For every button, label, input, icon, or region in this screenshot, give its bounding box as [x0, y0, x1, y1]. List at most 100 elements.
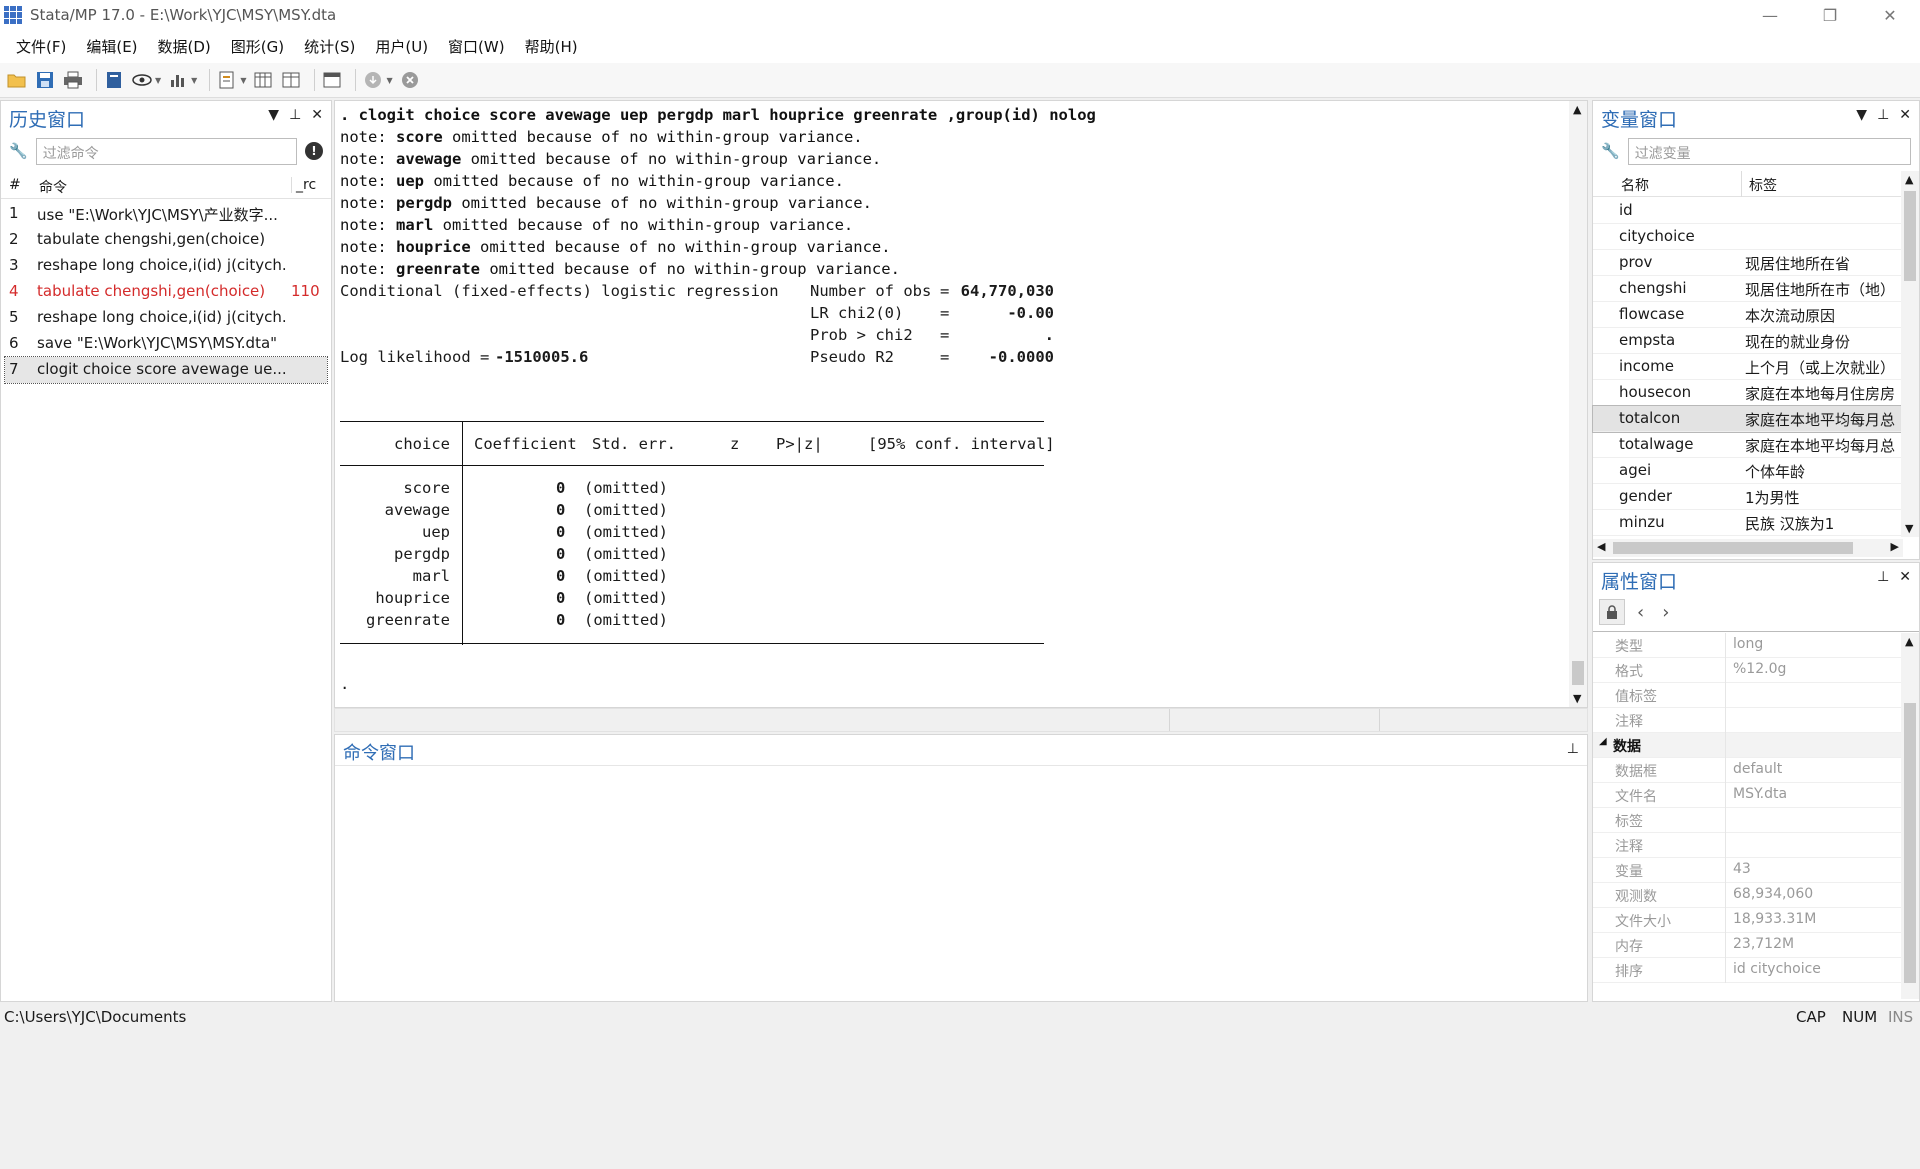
- do-file-editor-icon[interactable]: [216, 69, 238, 91]
- menu-statistics[interactable]: 统计(S): [294, 36, 365, 57]
- variable-row[interactable]: id: [1593, 198, 1903, 224]
- variables-vertical-scrollbar[interactable]: ▲ ▼: [1901, 171, 1919, 537]
- pin-icon[interactable]: ⊥: [1877, 569, 1889, 585]
- wrench-icon[interactable]: 🔧: [1601, 142, 1620, 160]
- close-icon[interactable]: ✕: [1899, 569, 1911, 585]
- variable-row[interactable]: flowcase 本次流动原因: [1593, 302, 1903, 328]
- scroll-thumb[interactable]: [1904, 703, 1916, 983]
- save-icon[interactable]: [34, 69, 56, 91]
- more-dropdown-icon[interactable]: ▼: [386, 76, 392, 85]
- scroll-left-icon[interactable]: ◀: [1597, 540, 1605, 553]
- history-row[interactable]: 6 save "E:\Work\YJC\MSY\MSY.dta": [1, 331, 331, 357]
- variables-manager-icon[interactable]: [321, 69, 343, 91]
- variable-row[interactable]: prov 现居住地所在省: [1593, 250, 1903, 276]
- alert-icon[interactable]: !: [305, 142, 323, 160]
- close-icon[interactable]: ✕: [311, 107, 323, 123]
- back-icon[interactable]: ‹: [1631, 602, 1650, 623]
- filter-icon[interactable]: ▼: [1856, 107, 1867, 123]
- property-row[interactable]: 标签: [1593, 808, 1903, 833]
- variable-name: agei: [1619, 461, 1652, 479]
- graph-dropdown-icon[interactable]: ▼: [191, 76, 197, 85]
- scroll-thumb[interactable]: [1572, 661, 1584, 685]
- menu-window[interactable]: 窗口(W): [438, 36, 515, 57]
- menu-user[interactable]: 用户(U): [365, 36, 438, 57]
- variable-row[interactable]: totalwage 家庭在本地平均每月总: [1593, 432, 1903, 458]
- restore-icon[interactable]: ❐: [1800, 0, 1860, 30]
- variable-row[interactable]: minzu 民族 汉族为1: [1593, 510, 1903, 536]
- property-row[interactable]: 格式 %12.0g: [1593, 658, 1903, 683]
- scroll-down-icon[interactable]: ▼: [1573, 692, 1581, 705]
- variable-row[interactable]: chengshi 现居住地所在市（地）: [1593, 276, 1903, 302]
- results-window[interactable]: . clogit choice score avewage uep pergdp…: [334, 100, 1588, 708]
- variable-row[interactable]: citychoice: [1593, 224, 1903, 250]
- property-row[interactable]: 数据框 default: [1593, 758, 1903, 783]
- property-row[interactable]: 类型 long: [1593, 633, 1903, 658]
- close-icon[interactable]: ✕: [1899, 107, 1911, 123]
- property-row[interactable]: 文件名 MSY.dta: [1593, 783, 1903, 808]
- do-file-dropdown-icon[interactable]: ▼: [240, 76, 246, 85]
- wrench-icon[interactable]: 🔧: [9, 142, 28, 160]
- pin-icon[interactable]: ⊥: [289, 107, 301, 123]
- log-icon[interactable]: [103, 69, 125, 91]
- minimize-icon[interactable]: —: [1740, 0, 1800, 30]
- history-row-command: tabulate chengshi,gen(choice): [37, 230, 266, 248]
- property-row[interactable]: 观测数 68,934,060: [1593, 883, 1903, 908]
- variables-filter-input[interactable]: 过滤变量: [1627, 137, 1911, 165]
- variable-row[interactable]: gender 1为男性: [1593, 484, 1903, 510]
- property-row[interactable]: 文件大小 18,933.31M: [1593, 908, 1903, 933]
- scroll-right-icon[interactable]: ▶: [1891, 540, 1899, 553]
- property-row[interactable]: 内存 23,712M: [1593, 933, 1903, 958]
- print-icon[interactable]: [62, 69, 84, 91]
- property-section[interactable]: 数据 ◢: [1593, 733, 1903, 758]
- scroll-down-icon[interactable]: ▼: [1905, 522, 1913, 535]
- history-row[interactable]: 2 tabulate chengshi,gen(choice): [1, 227, 331, 253]
- filter-icon[interactable]: ▼: [268, 107, 279, 123]
- menu-file[interactable]: 文件(F): [6, 36, 76, 57]
- history-row[interactable]: 5 reshape long choice,i(id) j(citych...: [1, 305, 331, 331]
- command-window[interactable]: 命令窗口 ⊥: [334, 734, 1588, 1002]
- properties-vertical-scrollbar[interactable]: ▲: [1901, 633, 1919, 999]
- scroll-up-icon[interactable]: ▲: [1573, 103, 1581, 116]
- variable-row-selected[interactable]: totalcon 家庭在本地平均每月总: [1592, 405, 1904, 433]
- pin-icon[interactable]: ⊥: [1567, 741, 1579, 757]
- property-row[interactable]: 注释: [1593, 708, 1903, 733]
- graph-icon[interactable]: [167, 69, 189, 91]
- history-row-selected[interactable]: 7 clogit choice score avewage ue...: [4, 356, 328, 384]
- lock-icon[interactable]: [1599, 599, 1625, 625]
- variable-row[interactable]: income 上个月（或上次就业）: [1593, 354, 1903, 380]
- collapse-icon[interactable]: ◢: [1599, 736, 1607, 747]
- menu-help[interactable]: 帮助(H): [515, 36, 588, 57]
- break-icon[interactable]: [399, 69, 421, 91]
- more-icon[interactable]: [362, 69, 384, 91]
- data-browser-icon[interactable]: [280, 69, 302, 91]
- viewer-dropdown-icon[interactable]: ▼: [155, 76, 161, 85]
- variable-row[interactable]: housecon 家庭在本地每月住房房: [1593, 380, 1903, 406]
- history-row-error[interactable]: 4 tabulate chengshi,gen(choice) 110: [1, 279, 331, 305]
- menu-edit[interactable]: 编辑(E): [76, 36, 147, 57]
- close-icon[interactable]: ✕: [1860, 0, 1920, 30]
- command-input[interactable]: [341, 771, 1581, 991]
- variable-row[interactable]: agei 个体年龄: [1593, 458, 1903, 484]
- data-editor-icon[interactable]: [252, 69, 274, 91]
- pin-icon[interactable]: ⊥: [1877, 107, 1889, 123]
- history-row-number: 3: [9, 256, 19, 274]
- results-vertical-scrollbar[interactable]: ▲ ▼: [1569, 101, 1587, 707]
- property-row[interactable]: 排序 id citychoice: [1593, 958, 1903, 983]
- scroll-thumb[interactable]: [1904, 191, 1916, 281]
- variables-horizontal-scrollbar[interactable]: ◀ ▶: [1593, 539, 1903, 557]
- viewer-icon[interactable]: [131, 69, 153, 91]
- menu-graphics[interactable]: 图形(G): [221, 36, 294, 57]
- scroll-up-icon[interactable]: ▲: [1905, 173, 1913, 186]
- forward-icon[interactable]: ›: [1656, 602, 1675, 623]
- open-icon[interactable]: [6, 69, 28, 91]
- property-row[interactable]: 注释: [1593, 833, 1903, 858]
- history-filter-input[interactable]: 过滤命令: [35, 137, 297, 165]
- menu-data[interactable]: 数据(D): [148, 36, 221, 57]
- property-row[interactable]: 变量 43: [1593, 858, 1903, 883]
- history-row[interactable]: 3 reshape long choice,i(id) j(citych...: [1, 253, 331, 279]
- scroll-thumb[interactable]: [1613, 542, 1853, 554]
- property-row[interactable]: 值标签: [1593, 683, 1903, 708]
- variable-row[interactable]: empsta 现在的就业身份: [1593, 328, 1903, 354]
- history-row[interactable]: 1 use "E:\Work\YJC\MSY\产业数字...: [1, 201, 331, 227]
- scroll-up-icon[interactable]: ▲: [1905, 635, 1913, 648]
